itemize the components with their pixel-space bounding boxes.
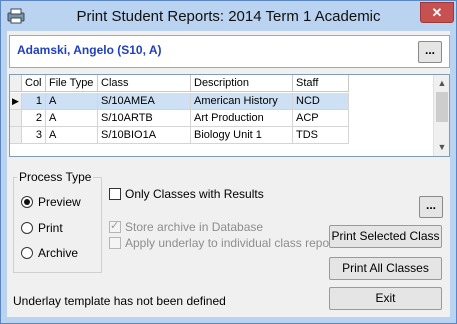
cell-staff: NCD [293,93,349,110]
window-title: Print Student Reports: 2014 Term 1 Acade… [76,8,381,25]
cell-staff: TDS [293,127,349,144]
cell-staff: ACP [293,110,349,127]
column-header-file-type[interactable]: File Type [46,75,98,92]
cell-col: 3 [22,127,46,144]
print-all-classes-button[interactable]: Print All Classes [329,257,442,280]
apply-underlay-label: Apply underlay to individual class repor… [125,236,343,250]
radio-archive-label: Archive [38,246,79,260]
column-header-col[interactable]: Col [22,75,46,92]
table-row[interactable]: 3 A S/10BIO1A Biology Unit 1 TDS [10,127,432,144]
store-archive-label: Store archive in Database [125,220,264,234]
cell-description: Biology Unit 1 [191,127,293,144]
cell-file-type: A [46,110,98,127]
header-indicator [10,75,22,92]
table-row[interactable]: 2 A S/10ARTB Art Production ACP [10,110,432,127]
process-type-label: Process Type [17,170,94,184]
radio-button-icon[interactable] [21,222,33,234]
row-indicator [10,110,22,127]
dialog-body: Adamski, Angelo (S10, A) ... Col File Ty… [7,31,450,317]
cell-col: 2 [22,110,46,127]
cell-class: S/10AMEA [98,93,191,110]
table-row[interactable]: ▶ 1 A S/10AMEA American History NCD [10,93,432,110]
only-classes-with-results-label: Only Classes with Results [125,187,264,201]
radio-button-icon[interactable] [21,196,33,208]
print-selected-class-button[interactable]: Print Selected Class [329,225,442,248]
scroll-up-icon[interactable]: ▲ [434,75,449,91]
print-student-reports-window: Print Student Reports: 2014 Term 1 Acade… [0,0,457,324]
row-indicator [10,127,22,144]
radio-button-icon[interactable] [21,247,33,259]
cell-description: Art Production [191,110,293,127]
column-header-class[interactable]: Class [98,75,191,92]
student-name: Adamski, Angelo (S10, A) [17,43,162,57]
cell-description: American History [191,93,293,110]
radio-preview-label: Preview [38,195,81,209]
checkbox-icon [109,237,121,249]
grid-header: Col File Type Class Description Staff [10,75,432,93]
title-bar[interactable]: Print Student Reports: 2014 Term 1 Acade… [1,1,456,31]
grid-scrollbar[interactable]: ▲ ▼ [433,75,449,156]
cell-class: S/10ARTB [98,110,191,127]
cell-file-type: A [46,93,98,110]
current-row-icon: ▶ [10,93,22,110]
student-panel: Adamski, Angelo (S10, A) ... [9,35,450,68]
cell-col: 1 [22,93,46,110]
checkbox-icon [109,219,121,233]
cell-file-type: A [46,127,98,144]
scroll-thumb[interactable] [436,92,448,122]
options-more-button[interactable]: ... [419,196,443,218]
exit-button[interactable]: Exit [329,287,442,310]
close-button[interactable]: ✕ [420,2,454,23]
close-icon: ✕ [431,5,443,20]
cell-class: S/10BIO1A [98,127,191,144]
radio-print-label: Print [38,221,63,235]
classes-grid[interactable]: Col File Type Class Description Staff ▶ … [9,74,450,157]
scroll-down-icon[interactable]: ▼ [434,139,449,155]
column-header-staff[interactable]: Staff [293,75,349,92]
select-student-button[interactable]: ... [418,41,442,63]
column-header-description[interactable]: Description [191,75,293,92]
underlay-status-text: Underlay template has not been defined [13,294,226,308]
checkbox-icon[interactable] [109,188,121,200]
